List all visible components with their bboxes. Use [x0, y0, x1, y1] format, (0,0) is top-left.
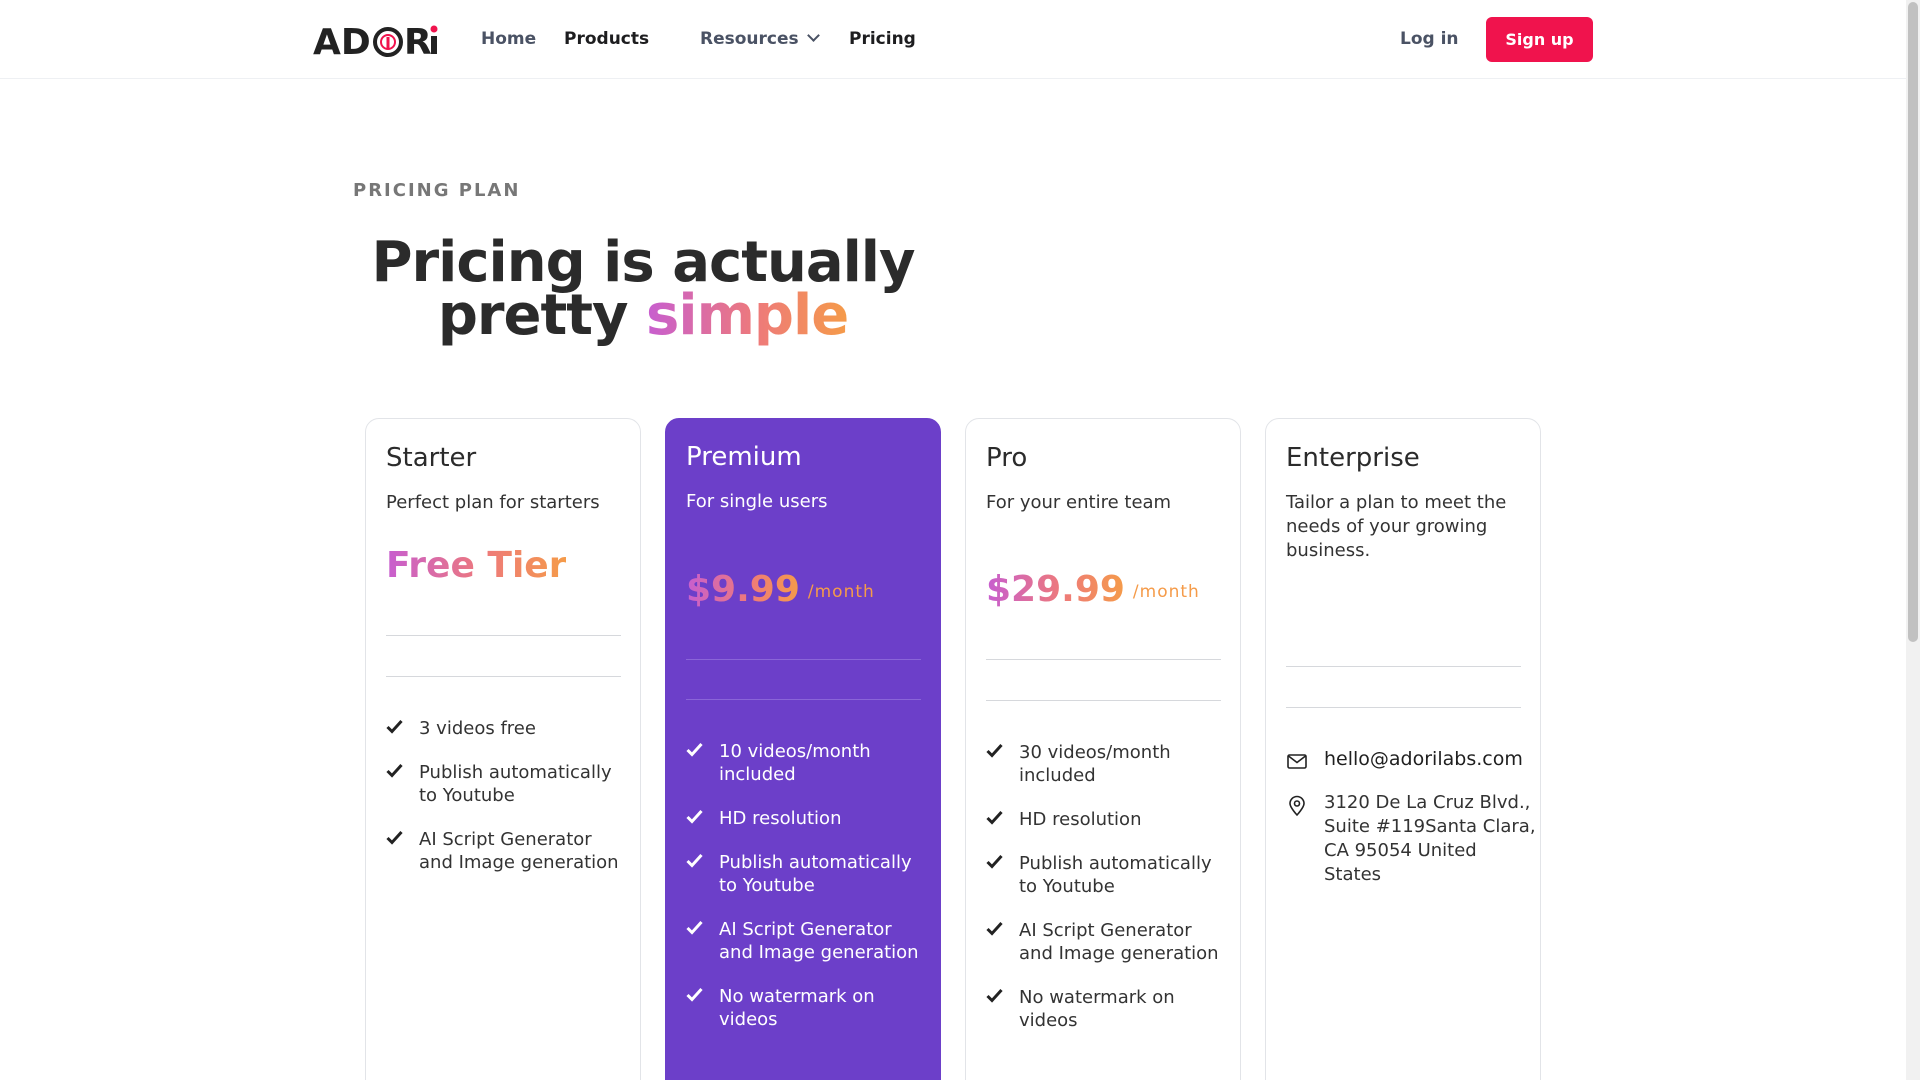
- plan-price: $9.99/month: [686, 569, 875, 610]
- plan-price: Free Tier: [386, 545, 567, 586]
- divider: [686, 659, 921, 660]
- headline-line-2: pretty: [437, 283, 629, 348]
- feature-item: HD resolution: [986, 808, 1226, 831]
- adori-logo[interactable]: AD R: [313, 22, 443, 58]
- nav-products[interactable]: Products: [564, 29, 649, 49]
- check-icon: [386, 830, 403, 845]
- svg-text:AD: AD: [313, 22, 371, 58]
- feature-item: AI Script Generator and Image generation: [386, 828, 626, 874]
- plan-name: Premium: [686, 442, 802, 472]
- contact-email[interactable]: hello@adorilabs.com: [1286, 747, 1536, 771]
- headline-accent: simple: [646, 283, 849, 348]
- check-icon: [986, 810, 1003, 825]
- feature-label: HD resolution: [719, 808, 842, 829]
- chevron-down-icon: [806, 29, 820, 42]
- check-icon: [686, 853, 703, 868]
- contact-info: hello@adorilabs.com 3120 De La Cruz Blvd…: [1286, 747, 1536, 907]
- nav-pricing[interactable]: Pricing: [849, 29, 916, 49]
- scrollbar-thumb[interactable]: [1908, 2, 1918, 642]
- feature-item: No watermark on videos: [986, 986, 1226, 1032]
- feature-item: HD resolution: [686, 807, 926, 830]
- feature-list: 10 videos/month included HD resolution P…: [686, 740, 926, 1052]
- plan-tagline: For single users: [686, 491, 828, 512]
- feature-item: Publish automatically to Youtube: [686, 851, 926, 897]
- nav-resources[interactable]: Resources: [700, 29, 820, 49]
- feature-item: AI Script Generator and Image generation: [986, 919, 1226, 965]
- feature-label: AI Script Generator and Image generation: [719, 919, 919, 963]
- divider: [986, 700, 1221, 701]
- nav-resources-label: Resources: [700, 29, 799, 49]
- plan-price: $29.99/month: [986, 569, 1200, 610]
- feature-label: HD resolution: [1019, 809, 1142, 830]
- feature-item: Publish automatically to Youtube: [386, 761, 626, 807]
- price-period: /month: [807, 582, 875, 602]
- divider: [386, 676, 621, 677]
- divider: [986, 659, 1221, 660]
- feature-label: Publish automatically to Youtube: [1019, 853, 1212, 897]
- plan-card-pro: Pro For your entire team $29.99/month 30…: [965, 418, 1241, 1080]
- divider: [1286, 666, 1521, 667]
- feature-item: 30 videos/month included: [986, 741, 1226, 787]
- location-pin-icon: [1286, 795, 1308, 817]
- feature-label: 3 videos free: [419, 718, 536, 739]
- check-icon: [686, 987, 703, 1002]
- feature-label: No watermark on videos: [1019, 987, 1175, 1031]
- price-amount: $29.99: [986, 569, 1125, 610]
- feature-label: Publish automatically to Youtube: [419, 762, 612, 806]
- check-icon: [986, 921, 1003, 936]
- check-icon: [386, 763, 403, 778]
- svg-text:R: R: [404, 22, 432, 58]
- feature-label: 30 videos/month included: [1019, 742, 1171, 786]
- feature-label: Publish automatically to Youtube: [719, 852, 912, 896]
- divider: [1286, 707, 1521, 708]
- price-period: /month: [1132, 582, 1200, 602]
- plan-card-starter: Starter Perfect plan for starters Free T…: [365, 418, 641, 1080]
- email-text: hello@adorilabs.com: [1324, 748, 1523, 770]
- divider: [386, 635, 621, 636]
- feature-list: 3 videos free Publish automatically to Y…: [386, 717, 626, 895]
- feature-item: AI Script Generator and Image generation: [686, 918, 926, 964]
- check-icon: [686, 809, 703, 824]
- feature-item: Publish automatically to Youtube: [986, 852, 1226, 898]
- feature-label: 10 videos/month included: [719, 741, 871, 785]
- plan-card-premium: Premium For single users $9.99/month 10 …: [665, 418, 941, 1080]
- contact-address: 3120 De La Cruz Blvd., Suite #119Santa C…: [1286, 791, 1536, 887]
- login-link[interactable]: Log in: [1400, 29, 1459, 49]
- plan-tagline: Tailor a plan to meet the needs of your …: [1286, 492, 1507, 561]
- page-headline: Pricing is actually pretty simple: [333, 235, 953, 344]
- plan-card-enterprise: Enterprise Tailor a plan to meet the nee…: [1265, 418, 1541, 1080]
- page-scrollbar[interactable]: [1906, 0, 1920, 1080]
- feature-label: AI Script Generator and Image generation: [419, 829, 619, 873]
- check-icon: [686, 742, 703, 757]
- check-icon: [986, 854, 1003, 869]
- feature-item: 3 videos free: [386, 717, 626, 740]
- signup-button[interactable]: Sign up: [1486, 17, 1593, 62]
- check-icon: [986, 743, 1003, 758]
- plan-name: Enterprise: [1286, 443, 1420, 473]
- mail-icon: [1286, 751, 1308, 771]
- feature-item: 10 videos/month included: [686, 740, 926, 786]
- check-icon: [686, 920, 703, 935]
- address-text: 3120 De La Cruz Blvd., Suite #119Santa C…: [1324, 792, 1536, 885]
- plan-tagline: Perfect plan for starters: [386, 492, 600, 513]
- plan-name: Pro: [986, 443, 1028, 473]
- feature-list: 30 videos/month included HD resolution P…: [986, 741, 1226, 1053]
- section-eyebrow: PRICING PLAN: [353, 180, 521, 201]
- divider: [686, 699, 921, 700]
- nav-home[interactable]: Home: [481, 29, 536, 49]
- feature-item: No watermark on videos: [686, 985, 926, 1031]
- adori-logo-mark: AD R: [313, 22, 438, 58]
- feature-label: AI Script Generator and Image generation: [1019, 920, 1219, 964]
- top-navbar: AD R Home Products Resources Pricing Log…: [0, 0, 1906, 79]
- price-amount: $9.99: [686, 569, 800, 610]
- feature-label: No watermark on videos: [719, 986, 875, 1030]
- plan-tagline: For your entire team: [986, 492, 1172, 513]
- check-icon: [386, 719, 403, 734]
- check-icon: [986, 988, 1003, 1003]
- plan-name: Starter: [386, 443, 477, 473]
